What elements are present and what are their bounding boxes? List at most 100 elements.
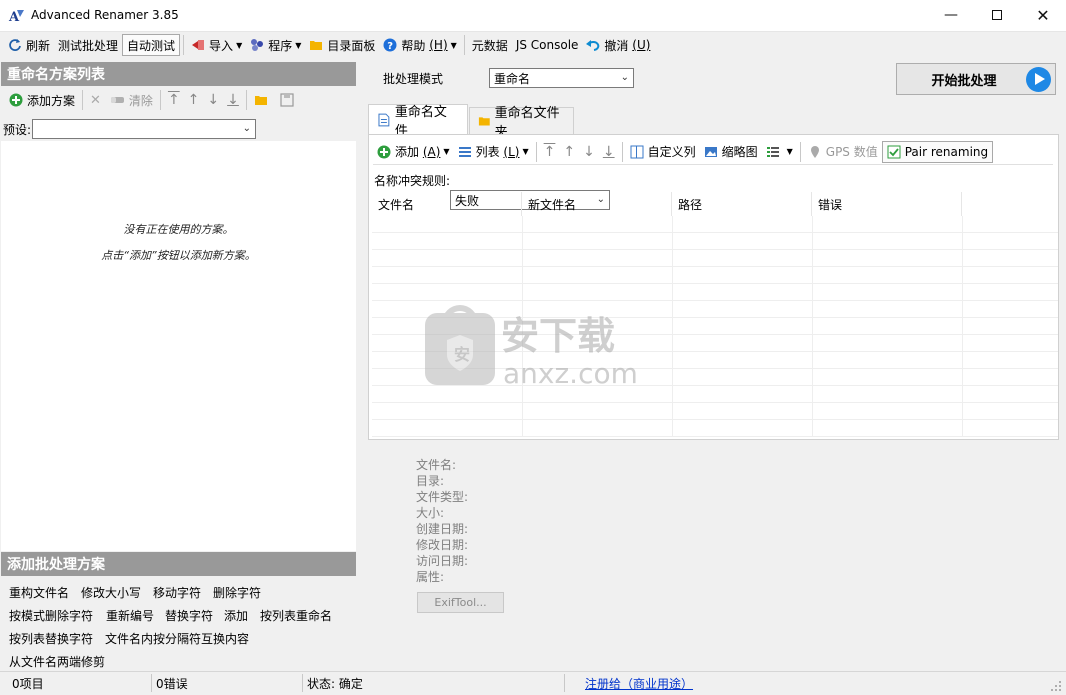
method-list-header: 重命名方案列表 bbox=[1, 62, 356, 86]
method-link[interactable]: 从文件名两端修剪 bbox=[9, 653, 105, 670]
file-icon bbox=[378, 113, 390, 126]
method-link[interactable]: 修改大小写 bbox=[81, 584, 141, 601]
tab-rename-files[interactable]: 重命名文件 bbox=[368, 104, 468, 139]
move-top-button[interactable]: ↑ bbox=[164, 89, 184, 111]
refresh-label: 刷新 bbox=[26, 38, 51, 53]
move-up-button[interactable]: ↑ bbox=[559, 141, 579, 163]
maximize-button[interactable] bbox=[974, 0, 1020, 30]
gps-values-button[interactable]: GPS 数值 bbox=[804, 141, 882, 163]
js-console-button[interactable]: JS Console bbox=[512, 34, 583, 56]
auto-test-button[interactable]: 自动测试 bbox=[122, 34, 181, 56]
import-label: 导入 bbox=[209, 38, 234, 53]
add-method-button[interactable]: 添加方案 bbox=[5, 89, 79, 111]
add-shortcut: (A) bbox=[422, 144, 441, 159]
view-options-menu[interactable]: ▼ bbox=[762, 141, 797, 163]
metadata-button[interactable]: 元数据 bbox=[468, 34, 512, 56]
preset-label: 预设: bbox=[3, 122, 32, 137]
add-methods-header: 添加批处理方案 bbox=[1, 552, 356, 576]
custom-columns-label: 自定义列 bbox=[647, 145, 696, 159]
list-label: 列表 bbox=[475, 145, 500, 159]
status-separator bbox=[151, 674, 152, 692]
column-header-filename[interactable]: 文件名 bbox=[372, 192, 522, 216]
method-link[interactable]: 按模式删除字符 bbox=[9, 607, 93, 624]
exiftool-button[interactable]: ExifTool... bbox=[417, 592, 504, 613]
method-link[interactable]: 移动字符 bbox=[153, 584, 201, 601]
minimize-icon: — bbox=[944, 7, 958, 23]
status-error-count: 0错误 bbox=[156, 677, 188, 691]
add-files-menu[interactable]: 添加 (A) ▼ bbox=[373, 141, 454, 163]
chevron-down-icon: ▼ bbox=[786, 147, 793, 156]
test-batch-button[interactable]: 测试批处理 bbox=[54, 34, 122, 56]
list-menu[interactable]: 列表 (L) ▼ bbox=[454, 141, 533, 163]
chevron-down-icon: ▼ bbox=[443, 147, 450, 156]
method-list[interactable]: 没有正在使用的方案。 点击“添加”按钮以添加新方案。 bbox=[1, 141, 356, 551]
undo-button[interactable]: 撤消 (U) bbox=[582, 34, 654, 56]
column-header-new-filename[interactable]: 新文件名 bbox=[522, 192, 672, 216]
info-field: 文件名: bbox=[416, 458, 457, 472]
table-row-line bbox=[372, 232, 1058, 233]
register-link[interactable]: 注册给（商业用途） bbox=[585, 675, 693, 692]
toolbar-separator bbox=[183, 35, 185, 55]
start-batch-button[interactable]: 开始批处理 bbox=[896, 63, 1056, 95]
save-preset-button[interactable] bbox=[276, 89, 302, 111]
move-down-button[interactable]: ↓ bbox=[579, 141, 599, 163]
status-bar: 0项目 0错误 状态: 确定 注册给（商业用途） bbox=[0, 671, 1066, 694]
delete-method-button[interactable]: ✕ bbox=[86, 89, 105, 111]
main-toolbar: 刷新 测试批处理 自动测试 导入 ▼ 程序 ▼ 目录面板 ? 帮助 (H) ▼ 元数据… bbox=[0, 32, 1066, 58]
method-link[interactable]: 添加 bbox=[224, 607, 248, 624]
preset-row: 预设: ⌄ bbox=[1, 118, 356, 140]
resize-grip-icon[interactable] bbox=[1050, 680, 1062, 692]
method-link[interactable]: 重构文件名 bbox=[9, 584, 69, 601]
thumbnails-label: 缩略图 bbox=[721, 145, 758, 159]
import-menu[interactable]: 导入 ▼ bbox=[187, 34, 246, 56]
move-down-button[interactable]: ↓ bbox=[203, 89, 223, 111]
table-column-line bbox=[812, 216, 813, 437]
view-list-icon bbox=[766, 146, 779, 157]
method-link[interactable]: 替换字符 bbox=[165, 607, 213, 624]
list-shortcut: (L) bbox=[503, 144, 520, 159]
move-top-button[interactable]: ↑ bbox=[540, 141, 560, 163]
toolbar-separator bbox=[799, 141, 801, 162]
move-bottom-button[interactable]: ↓ bbox=[223, 89, 243, 111]
checkbox-checked-icon bbox=[887, 145, 901, 158]
chevron-down-icon: ▼ bbox=[522, 147, 529, 156]
tab-rename-folders[interactable]: 重命名文件夹 bbox=[469, 106, 574, 140]
refresh-icon bbox=[9, 39, 21, 51]
minimize-button[interactable]: — bbox=[928, 0, 974, 30]
import-icon bbox=[192, 40, 205, 50]
batch-mode-select[interactable]: 重命名 ⌄ bbox=[489, 68, 634, 88]
program-menu[interactable]: 程序 ▼ bbox=[246, 34, 305, 56]
clear-button[interactable]: 清除 bbox=[105, 89, 157, 111]
toolbar-separator bbox=[245, 90, 247, 110]
table-row-line bbox=[372, 266, 1058, 267]
open-preset-button[interactable] bbox=[250, 89, 276, 111]
column-header-error[interactable]: 错误 bbox=[812, 192, 962, 216]
preset-select[interactable]: ⌄ bbox=[32, 119, 256, 139]
method-link[interactable]: 文件名内按分隔符互换内容 bbox=[105, 630, 249, 647]
add-icon bbox=[377, 145, 391, 158]
refresh-button[interactable]: 刷新 bbox=[4, 34, 54, 56]
delete-icon: ✕ bbox=[90, 92, 101, 108]
move-bottom-button[interactable]: ↓ bbox=[599, 141, 619, 163]
move-up-button[interactable]: ↑ bbox=[184, 89, 204, 111]
table-row-line bbox=[372, 283, 1058, 284]
method-link[interactable]: 删除字符 bbox=[213, 584, 261, 601]
help-menu[interactable]: ? 帮助 (H) ▼ bbox=[379, 34, 460, 56]
thumbnails-button[interactable]: 缩略图 bbox=[700, 141, 762, 163]
method-link[interactable]: 按列表重命名 bbox=[260, 607, 332, 624]
method-list-toolbar: 添加方案 ✕ 清除 ↑ ↑ ↓ ↓ bbox=[1, 88, 356, 112]
chevron-down-icon: ▼ bbox=[295, 40, 302, 50]
list-icon bbox=[458, 146, 471, 157]
method-link[interactable]: 按列表替换字符 bbox=[9, 630, 93, 647]
directory-panel-button[interactable]: 目录面板 bbox=[305, 34, 379, 56]
close-button[interactable]: ✕ bbox=[1020, 0, 1066, 30]
conflict-rule-label: 名称冲突规则: bbox=[374, 174, 451, 188]
folder-open-icon bbox=[254, 96, 267, 105]
method-link[interactable]: 重新编号 bbox=[106, 607, 154, 624]
add-methods-title: 添加批处理方案 bbox=[7, 557, 105, 573]
empty-hint: 点击“添加”按钮以添加新方案。 bbox=[101, 249, 256, 262]
custom-columns-button[interactable]: 自定义列 bbox=[626, 141, 700, 163]
pair-renaming-toggle[interactable]: Pair renaming bbox=[881, 140, 994, 163]
chevron-down-icon: ⌄ bbox=[242, 123, 251, 134]
column-header-path[interactable]: 路径 bbox=[672, 192, 812, 216]
